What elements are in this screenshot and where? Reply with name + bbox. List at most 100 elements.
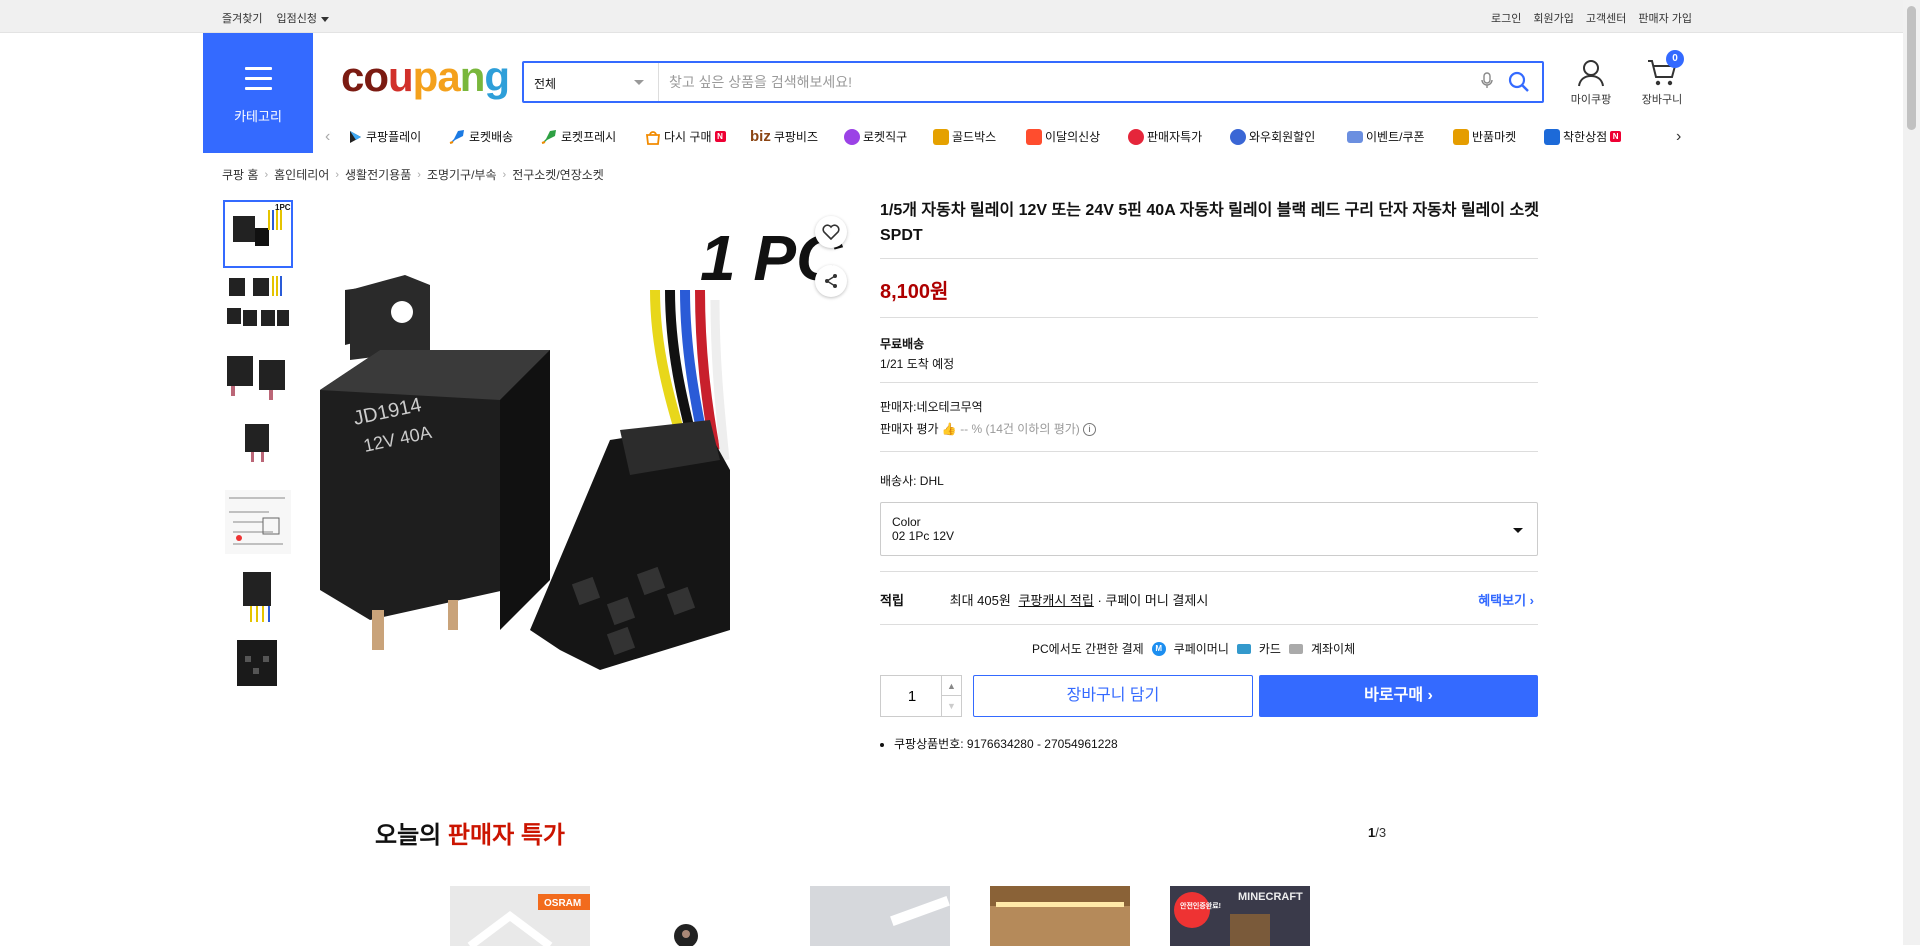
deal-card[interactable]: OSRAM bbox=[450, 886, 590, 946]
pay-intro: PC에서도 간편한 결제 bbox=[1032, 642, 1144, 656]
option-select[interactable]: Color 02 1Pc 12V bbox=[880, 502, 1538, 556]
nav-rocket-delivery[interactable]: 로켓배송 bbox=[448, 128, 513, 145]
chevron-right-icon[interactable]: › bbox=[1676, 128, 1681, 146]
deal-card[interactable] bbox=[630, 886, 770, 946]
bank-transfer-icon bbox=[1288, 643, 1303, 654]
reward-label: 적립 bbox=[880, 593, 904, 608]
cart-count-badge: 0 bbox=[1666, 50, 1684, 68]
chevron-right-icon: › bbox=[417, 168, 421, 181]
chevron-right-icon: › bbox=[264, 168, 269, 181]
new-badge: N bbox=[1610, 131, 1622, 142]
signup-link[interactable]: 회원가입 bbox=[1533, 10, 1573, 26]
buy-now-label: 바로구매 bbox=[1364, 687, 1424, 704]
caret-down-icon bbox=[320, 16, 329, 22]
thumbnail-2[interactable] bbox=[223, 272, 293, 340]
nav-monthly-new[interactable]: 이달의신상 bbox=[1026, 128, 1100, 145]
page-scrollbar[interactable] bbox=[1903, 0, 1920, 945]
hamburger-icon bbox=[245, 67, 272, 97]
chevron-right-icon: › bbox=[1427, 687, 1433, 704]
product-main-image[interactable]: 1 PC JD1914 12V 40A bbox=[310, 200, 855, 740]
thumbnail-4[interactable] bbox=[223, 416, 293, 484]
thumbnail-7[interactable] bbox=[223, 632, 293, 700]
nav-label: 이벤트/쿠폰 bbox=[1366, 130, 1425, 144]
bookmark-link[interactable]: 즐겨찾기 bbox=[222, 10, 262, 26]
coupang-logo[interactable]: coupang bbox=[341, 52, 510, 102]
divider bbox=[880, 317, 1538, 318]
nav-rocket-global[interactable]: 로켓직구 bbox=[844, 128, 907, 145]
breadcrumb-item[interactable]: 생활전기용품 bbox=[345, 166, 411, 183]
new-icon bbox=[1026, 128, 1042, 145]
search-input[interactable] bbox=[669, 71, 1469, 93]
info-icon[interactable]: i bbox=[1083, 423, 1097, 437]
nav-goldbox[interactable]: 골드박스 bbox=[933, 128, 996, 145]
chevron-left-icon[interactable]: ‹ bbox=[325, 128, 330, 146]
nav-seller-deal[interactable]: 판매자특가 bbox=[1128, 128, 1202, 145]
share-button[interactable] bbox=[815, 265, 847, 297]
nav-rebuy[interactable]: 다시 구매 N bbox=[645, 128, 726, 145]
logo-part: pa bbox=[412, 53, 461, 100]
apply-seller-dropdown[interactable]: 입점신청 bbox=[276, 10, 329, 26]
wow-icon bbox=[1230, 128, 1246, 145]
thumbnail-6[interactable] bbox=[223, 560, 293, 628]
nav-return-market[interactable]: 반품마켓 bbox=[1453, 128, 1516, 145]
card-brand: OSRAM bbox=[544, 898, 581, 909]
breadcrumb-item[interactable]: 홈인테리어 bbox=[274, 166, 329, 183]
reward-row: 적립 최대 405원 쿠팡캐시 적립 · 쿠페이 머니 결제시 혜택보기 › bbox=[880, 590, 1538, 609]
seller-signup-link[interactable]: 판매자 가입 bbox=[1638, 10, 1692, 26]
search-category-select[interactable]: 전체 bbox=[524, 63, 659, 101]
microphone-icon[interactable] bbox=[1480, 72, 1494, 95]
nav-coupang-play[interactable]: 쿠팡플레이 bbox=[347, 128, 421, 145]
search-icon[interactable] bbox=[1508, 71, 1530, 98]
category-menu-button[interactable]: 카테고리 bbox=[203, 33, 313, 153]
nav-coupang-biz[interactable]: biz 쿠팡비즈 bbox=[750, 128, 818, 145]
thumbnail-1[interactable]: 1PC bbox=[223, 200, 293, 268]
good-store-icon bbox=[1544, 128, 1560, 145]
wishlist-button[interactable] bbox=[815, 216, 847, 248]
nav-label: 이달의신상 bbox=[1045, 130, 1101, 144]
deal-card[interactable]: 안전인증완료! MINECRAFT bbox=[1170, 886, 1310, 946]
coupang-cash-link[interactable]: 쿠팡캐시 적립 bbox=[1018, 593, 1093, 608]
thumbnail-5[interactable] bbox=[223, 488, 293, 556]
option-value: 02 1Pc 12V bbox=[892, 529, 955, 543]
nav-good-store[interactable]: 착한상점 N bbox=[1544, 128, 1622, 145]
nav-event-coupon[interactable]: 이벤트/쿠폰 bbox=[1347, 128, 1425, 145]
chevron-right-icon: › bbox=[1529, 593, 1534, 608]
nav-label: 판매자특가 bbox=[1147, 130, 1203, 144]
logo-part: g bbox=[484, 53, 510, 100]
breadcrumb-item[interactable]: 조명기구/부속 bbox=[427, 166, 497, 183]
nav-wow-discount[interactable]: 와우회원할인 bbox=[1230, 128, 1315, 145]
quantity-input[interactable] bbox=[881, 676, 943, 716]
increase-quantity-icon[interactable]: ▲ bbox=[941, 676, 961, 696]
mycoupang-button[interactable]: 마이쿠팡 bbox=[1565, 58, 1617, 107]
benefit-link-label: 혜택보기 bbox=[1478, 593, 1527, 608]
apply-label: 입점신청 bbox=[276, 13, 317, 25]
deals-pager[interactable]: 1/3 bbox=[1368, 825, 1386, 840]
nav-label: 쿠팡비즈 bbox=[773, 130, 819, 144]
search-bar: 전체 bbox=[522, 61, 1544, 103]
cart-button[interactable]: 0 장바구니 bbox=[1636, 50, 1688, 107]
breadcrumb-item[interactable]: 전구소켓/연장소켓 bbox=[512, 166, 604, 183]
scrollbar-thumb[interactable] bbox=[1907, 6, 1916, 130]
login-link[interactable]: 로그인 bbox=[1491, 10, 1521, 26]
seller-deals-title: 오늘의 판매자 특가 bbox=[375, 815, 565, 850]
thumbnail-3[interactable] bbox=[223, 344, 293, 412]
deal-card[interactable] bbox=[810, 886, 950, 946]
global-rocket-icon bbox=[844, 128, 860, 145]
option-name: Color bbox=[892, 515, 921, 529]
chevron-right-icon: › bbox=[335, 168, 340, 181]
seller-name[interactable]: 판매자:네오테크무역 bbox=[880, 398, 983, 415]
benefit-link[interactable]: 혜택보기 › bbox=[1478, 590, 1534, 609]
breadcrumb-item[interactable]: 쿠팡 홈 bbox=[222, 166, 258, 183]
nav-rocket-fresh[interactable]: 로켓프레시 bbox=[540, 128, 616, 145]
pay-coupay: 쿠페이머니 bbox=[1173, 642, 1229, 656]
reward-amount: 최대 405원 bbox=[949, 593, 1011, 608]
add-to-cart-button[interactable]: 장바구니 담기 bbox=[973, 675, 1253, 717]
decrease-quantity-icon[interactable]: ▼ bbox=[941, 696, 961, 716]
buy-now-button[interactable]: 바로구매 › bbox=[1259, 675, 1538, 717]
reward-condition: · 쿠페이 머니 결제시 bbox=[1097, 593, 1209, 608]
deal-card[interactable] bbox=[990, 886, 1130, 946]
new-badge: N bbox=[714, 131, 726, 142]
logo-part: co bbox=[341, 53, 389, 100]
chevron-down-icon bbox=[634, 80, 644, 85]
support-link[interactable]: 고객센터 bbox=[1586, 10, 1626, 26]
